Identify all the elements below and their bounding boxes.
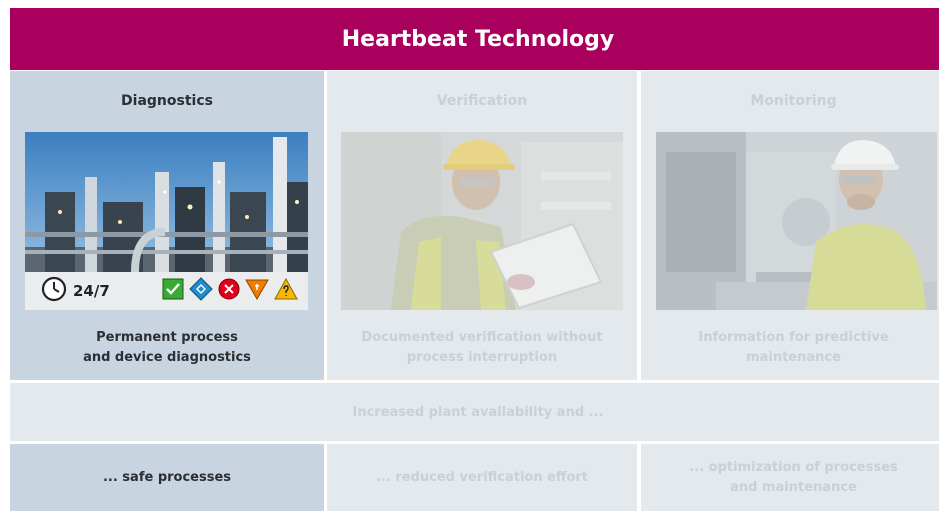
worker-tablet-illustration [341,132,623,310]
column-verification[interactable]: Verification Documented verification wit… [327,71,637,380]
column-title-verification: Verification [436,93,528,109]
status-ok-icon [162,278,184,304]
status-strip: 24/7 [25,272,308,310]
description-line: Documented verification without [361,330,603,345]
outcome-monitoring: ... optimization of processes and mainte… [641,444,939,511]
description-line: Information for predictive [698,330,889,345]
column-title-monitoring: Monitoring [750,93,837,109]
engineer-monitor-illustration [656,132,937,310]
outcome-line: ... reduced verification effort [375,469,589,485]
description-line: and device diagnostics [83,350,251,365]
outcome-line: ... optimization of processes [689,459,898,475]
out-of-specification-icon [245,278,269,304]
description-line: process interruption [406,350,558,365]
refinery-image: 24/7 [25,132,308,310]
outcome-verification: ... reduced verification effort [327,444,637,511]
column-description-diagnostics: Permanent process and device diagnostics [10,328,324,368]
description-line: maintenance [746,350,841,365]
clock-icon [41,276,67,306]
description-line: Permanent process [96,330,238,345]
function-check-icon [189,277,213,305]
monitoring-badge: 24/7 [73,282,110,300]
outcome-line: and maintenance [730,479,857,495]
page-title: Heartbeat Technology [341,26,615,52]
failure-icon [218,278,240,304]
worker-tablet-image [341,132,623,310]
maintenance-required-icon [274,277,298,304]
outcome-line: ... safe processes [102,469,232,485]
column-diagnostics[interactable]: Diagnostics 24/7 Permanent process and d… [10,71,324,380]
benefit-band-text: Increased plant availability and ... [352,404,604,420]
page-header: Heartbeat Technology [10,8,939,70]
column-description-monitoring: Information for predictive maintenance [641,328,939,368]
column-monitoring[interactable]: Monitoring Information for predictive ma… [641,71,939,380]
status-signal-icons [162,277,298,305]
engineer-monitor-image [656,132,937,310]
outcome-diagnostics: ... safe processes [10,444,324,511]
column-description-verification: Documented verification without process … [327,328,637,368]
column-title-diagnostics: Diagnostics [121,93,213,109]
benefit-band: Increased plant availability and ... [10,383,939,441]
